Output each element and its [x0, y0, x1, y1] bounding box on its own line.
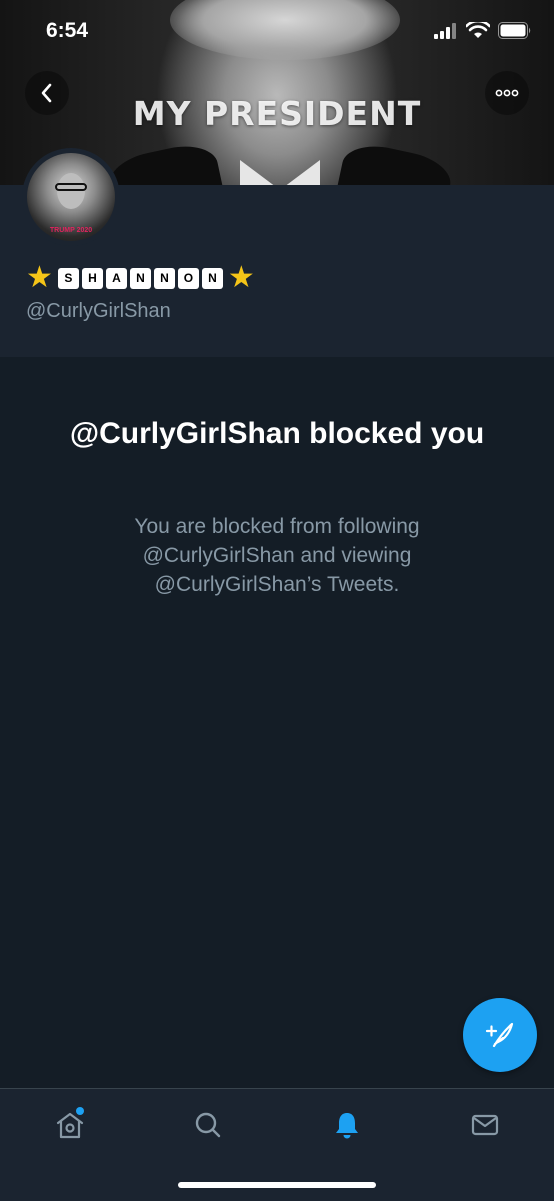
name-letter: O [177, 267, 199, 289]
home-indicator [178, 1182, 376, 1188]
wifi-icon [466, 22, 490, 38]
home-notification-dot [76, 1107, 84, 1115]
compose-tweet-icon [485, 1022, 514, 1048]
blocked-description: You are blocked from following @CurlyGir… [134, 515, 420, 596]
more-options-button[interactable] [485, 71, 529, 115]
name-letter: A [105, 267, 127, 289]
name-letters: S H A N N O N [57, 267, 223, 289]
tab-search[interactable] [188, 1105, 228, 1145]
avatar-caption: TRUMP 2020 [49, 227, 93, 234]
status-bar: 6:54 [0, 0, 554, 60]
status-time: 6:54 [46, 19, 89, 42]
profile-handle: @CurlyGirlShan [26, 300, 171, 322]
tab-messages[interactable] [465, 1105, 505, 1145]
tab-notifications[interactable] [327, 1105, 367, 1145]
name-letter: H [81, 267, 103, 289]
name-letter: S [57, 267, 79, 289]
back-button[interactable] [25, 71, 69, 115]
more-horizontal-icon [495, 89, 519, 97]
mail-icon [471, 1114, 499, 1136]
chevron-left-icon [41, 83, 52, 103]
star-emoji-icon: ★ [227, 261, 255, 294]
display-name: ★ S H A N N O N ★ [26, 261, 255, 295]
compose-tweet-button[interactable] [463, 998, 537, 1072]
search-icon [195, 1112, 221, 1138]
name-letter: N [129, 267, 151, 289]
battery-icon [498, 22, 531, 39]
tab-home[interactable] [50, 1105, 90, 1145]
blocked-title: @CurlyGirlShan blocked you [69, 417, 485, 450]
cellular-signal-icon [434, 22, 456, 39]
name-letter: N [153, 267, 175, 289]
avatar[interactable]: TRUMP 2020 [22, 148, 120, 246]
avatar-image: TRUMP 2020 [27, 153, 115, 241]
bell-icon [336, 1113, 358, 1139]
star-emoji-icon: ★ [26, 261, 53, 294]
name-letter: N [201, 267, 223, 289]
banner-text: MY PRESIDENT [132, 94, 422, 133]
